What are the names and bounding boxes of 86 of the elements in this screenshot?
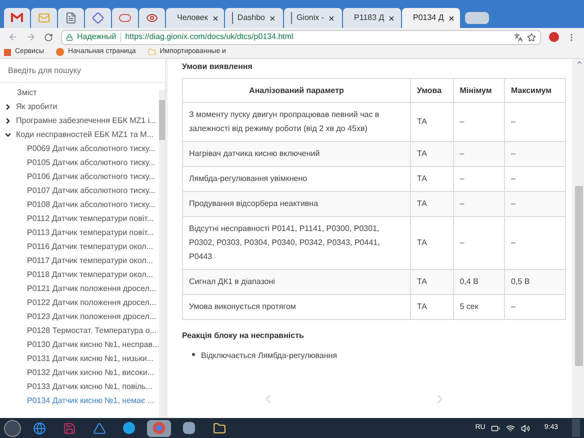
- globe-icon: [32, 422, 46, 434]
- sidebar-item[interactable]: P0107 Датчик абсолютного тиску...: [0, 184, 159, 198]
- sidebar-item[interactable]: P0108 Датчик абсолютного тиску...: [0, 198, 159, 212]
- sidebar-item[interactable]: P0128 Термостат. Температура о...: [0, 324, 159, 338]
- browser-tab[interactable]: [58, 8, 84, 28]
- browser-tab[interactable]: [139, 8, 165, 28]
- tab-title: Человек: [177, 12, 208, 24]
- taskbar-app[interactable]: [147, 420, 171, 436]
- speaker-icon[interactable]: [521, 424, 530, 432]
- sidebar-item[interactable]: Коди несправностей ЕБК MZ1 та M...: [0, 128, 159, 142]
- tab-title: Gionix -: [296, 12, 324, 24]
- section-heading: Реакція блоку на несправність: [182, 330, 305, 342]
- secure-label: Надежный: [77, 31, 116, 43]
- browser-tab[interactable]: P0134 Д: [402, 8, 460, 28]
- star-icon[interactable]: [527, 32, 536, 42]
- browser-tab[interactable]: [112, 8, 138, 28]
- sidebar-item[interactable]: P0105 Датчик абсолютного тиску...: [0, 156, 159, 170]
- document-icon: [65, 12, 77, 24]
- sidebar-item[interactable]: P0116 Датчик температури окол...: [0, 240, 159, 254]
- logo-icon: [119, 14, 131, 22]
- folder-icon: [212, 422, 226, 434]
- tab-title: P0134 Д: [413, 12, 444, 24]
- table-cell: ТА: [410, 294, 454, 320]
- extension-icon[interactable]: [549, 32, 559, 42]
- close-icon[interactable]: [388, 14, 396, 22]
- sidebar-item[interactable]: P0134 Датчик кисню №1, немає ...: [0, 394, 159, 408]
- close-icon[interactable]: [269, 14, 276, 22]
- sidebar-item[interactable]: P0132 Датчик кисню №1, високи...: [0, 366, 159, 380]
- url-text: https://diag.gionix.com/docs/uk/dtcs/p0134.html: [125, 31, 294, 43]
- eye-icon: [146, 12, 158, 24]
- start-button[interactable]: [4, 420, 21, 436]
- close-icon[interactable]: [448, 14, 455, 22]
- signal-icon[interactable]: [506, 424, 516, 432]
- sidebar-item[interactable]: P0069 Датчик абсолютного тиску...: [0, 142, 159, 156]
- section-heading: Умови виявлення: [182, 61, 254, 73]
- search-field[interactable]: Введіть для пошуку: [0, 59, 165, 83]
- sidebar-item[interactable]: P0131 Датчик кисню №1, низьки...: [0, 352, 159, 366]
- browser-tab[interactable]: [4, 8, 30, 28]
- triangle-icon: [92, 422, 106, 434]
- browser-logo-icon: [56, 48, 64, 56]
- sidebar-item[interactable]: Зміст: [0, 86, 159, 100]
- reload-icon[interactable]: [44, 32, 53, 42]
- browser-tab[interactable]: Человек: [166, 8, 224, 28]
- table-cell: Умова виконується протягом: [182, 294, 410, 320]
- column-header: Аналізований параметр: [182, 78, 410, 102]
- table-cell: 5 сек: [453, 294, 504, 320]
- browser-icon: [153, 422, 165, 434]
- close-icon[interactable]: [212, 14, 219, 22]
- sidebar-item[interactable]: Як зробити: [0, 100, 159, 114]
- sidebar-item[interactable]: P0121 Датчик положення дросел...: [0, 282, 159, 296]
- chat-icon: [123, 422, 135, 434]
- back-icon[interactable]: [8, 32, 18, 42]
- sidebar-item[interactable]: P0122 Датчик положення дросел...: [0, 296, 159, 310]
- close-icon[interactable]: [328, 14, 335, 22]
- scroll-up-icon[interactable]: [576, 59, 582, 66]
- browser-tab[interactable]: Dashbo: [225, 8, 283, 28]
- sidebar-item[interactable]: Програмне забезпечення ЕБК MZ1 і...: [0, 114, 159, 128]
- scrollbar[interactable]: [159, 90, 165, 418]
- lock-icon: [66, 34, 73, 40]
- sidebar-item[interactable]: P0117 Датчик температури окол...: [0, 254, 159, 268]
- sidebar-item[interactable]: P0123 Датчик положення дросел...: [0, 310, 159, 324]
- forward-icon[interactable]: [26, 32, 36, 42]
- envelope-icon: [38, 12, 50, 24]
- chevron-down-icon: [4, 131, 12, 139]
- sidebar-item[interactable]: P0106 Датчик абсолютного тиску...: [0, 170, 159, 184]
- tab-title: P1183 Д: [354, 12, 384, 24]
- tab-title: Dashbo: [237, 12, 265, 24]
- browser-tab[interactable]: Gionix -: [284, 8, 342, 28]
- folder-icon: [148, 48, 156, 56]
- diamond-icon: [92, 12, 104, 24]
- browser-tab[interactable]: P1183 Д: [343, 8, 401, 28]
- sidebar-item[interactable]: P0113 Датчик температури повіт...: [0, 226, 159, 240]
- table-cell: –: [504, 294, 566, 320]
- sidebar-item[interactable]: P0133 Датчик кисню №1, повіль...: [0, 380, 159, 394]
- browser-tab[interactable]: [85, 8, 111, 28]
- address-bar[interactable]: Надежный https://diag.gionix.com/docs/uk/dtcs/p0134.html: [61, 30, 541, 44]
- sidebar-item[interactable]: P0118 Датчик температури окол...: [0, 268, 159, 282]
- bullet-icon: [192, 353, 195, 356]
- list-item: Відключається Лямбда-регулювання: [192, 350, 566, 362]
- battery-icon[interactable]: [491, 424, 500, 432]
- translate-icon[interactable]: [514, 32, 523, 42]
- sidebar-item[interactable]: P0130 Датчик кисню №1, несправ...: [0, 338, 159, 352]
- apps-grid-icon: [4, 48, 11, 56]
- mail-icon: [11, 13, 23, 23]
- sidebar-item[interactable]: P0112 Датчик температури повіт...: [0, 212, 159, 226]
- new-tab-button[interactable]: [465, 12, 489, 24]
